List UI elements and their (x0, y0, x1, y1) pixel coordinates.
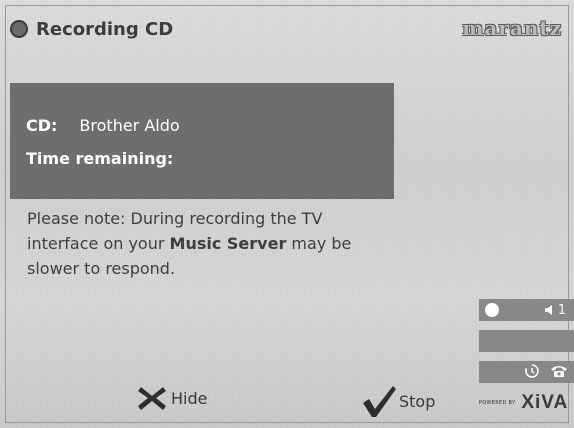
volume-value: 1 (557, 302, 566, 318)
marantz-logo: marantz (462, 16, 562, 40)
note-bold-music-server: Music Server (169, 234, 287, 253)
recording-note: Please note: During recording the TV int… (27, 206, 377, 281)
status-strip-volume: 1 (479, 299, 574, 321)
circle-indicator-icon (485, 303, 499, 317)
cd-value: Brother Aldo (79, 116, 180, 135)
xiva-logo: POWERED BY XiVA (479, 392, 568, 414)
status-strip-icons (479, 361, 574, 383)
time-remaining-label: Time remaining: (26, 149, 174, 168)
close-x-icon (138, 387, 166, 410)
hide-button[interactable]: Hide (137, 384, 207, 412)
volume-indicator: 1 (544, 303, 566, 318)
hide-label: Hide (171, 388, 208, 408)
powered-by-label: POWERED BY (479, 400, 516, 406)
xiva-wordmark: XiVA (521, 392, 569, 413)
record-dot-icon (10, 20, 28, 38)
timer-icon (525, 364, 539, 378)
stop-button[interactable]: Stop (361, 384, 435, 418)
speaker-icon (544, 305, 552, 315)
status-strip-blank (479, 330, 574, 352)
page-title: Recording CD (36, 18, 174, 40)
phone-icon (551, 366, 567, 377)
title-bar: Recording CD (10, 14, 173, 44)
checkmark-icon (363, 386, 396, 417)
cd-label: CD: (26, 116, 58, 135)
stop-label: Stop (399, 391, 436, 411)
cd-row: CD: Brother Aldo (26, 116, 180, 135)
cd-info-panel: CD: Brother Aldo Time remaining: (10, 83, 394, 199)
time-remaining-row: Time remaining: (26, 149, 195, 168)
